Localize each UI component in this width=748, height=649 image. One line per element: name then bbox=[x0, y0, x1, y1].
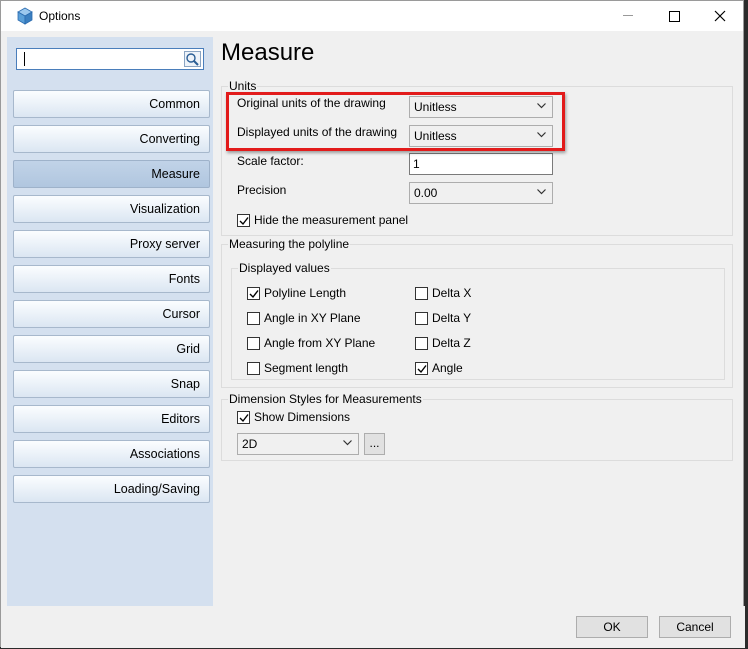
checkbox-checked-icon bbox=[247, 286, 260, 300]
dimension-styles-label: Dimension Styles for Measurements bbox=[228, 392, 423, 406]
maximize-button[interactable] bbox=[651, 1, 697, 31]
checkbox-unchecked-icon bbox=[247, 336, 260, 350]
checkbox-unchecked-icon bbox=[415, 336, 428, 350]
checkbox-checked-icon bbox=[237, 410, 250, 424]
sidebar-item-associations[interactable]: Associations bbox=[13, 440, 210, 468]
sidebar-item-editors[interactable]: Editors bbox=[13, 405, 210, 433]
ok-button[interactable]: OK bbox=[576, 616, 648, 638]
polyline-group-label: Measuring the polyline bbox=[228, 237, 351, 251]
displayed-values-label: Displayed values bbox=[238, 261, 331, 275]
checkbox-unchecked-icon bbox=[415, 286, 428, 300]
angle-from-xy-plane-checkbox[interactable]: Angle from XY Plane bbox=[247, 336, 375, 350]
cancel-button[interactable]: Cancel bbox=[659, 616, 731, 638]
close-button[interactable] bbox=[697, 1, 743, 31]
checkbox-checked-icon bbox=[415, 361, 428, 375]
app-cube-icon bbox=[17, 7, 33, 25]
search-icon[interactable] bbox=[184, 51, 201, 67]
window-title: Options bbox=[39, 9, 81, 23]
delta-x-checkbox[interactable]: Delta X bbox=[415, 286, 471, 300]
delta-z-checkbox[interactable]: Delta Z bbox=[415, 336, 471, 350]
options-window: Options Common Converting Measure Visual… bbox=[0, 0, 745, 648]
sidebar: Common Converting Measure Visualization … bbox=[7, 37, 213, 606]
search-input[interactable] bbox=[16, 48, 204, 70]
hide-measurement-panel-checkbox[interactable]: Hide the measurement panel bbox=[237, 213, 408, 227]
chevron-down-icon bbox=[537, 189, 546, 195]
dimension-style-select[interactable]: 2D bbox=[237, 433, 359, 455]
sidebar-item-measure[interactable]: Measure bbox=[13, 160, 210, 188]
sidebar-item-fonts[interactable]: Fonts bbox=[13, 265, 210, 293]
annotation-highlight bbox=[226, 92, 565, 151]
dialog-footer: OK Cancel bbox=[1, 606, 745, 648]
checkbox-unchecked-icon bbox=[247, 361, 260, 375]
scale-factor-input[interactable]: 1 bbox=[409, 153, 553, 175]
sidebar-item-proxy-server[interactable]: Proxy server bbox=[13, 230, 210, 258]
checkbox-checked-icon bbox=[237, 213, 250, 227]
sidebar-item-visualization[interactable]: Visualization bbox=[13, 195, 210, 223]
angle-in-xy-plane-checkbox[interactable]: Angle in XY Plane bbox=[247, 311, 361, 325]
title-bar: Options bbox=[1, 1, 743, 31]
sidebar-item-loading-saving[interactable]: Loading/Saving bbox=[13, 475, 210, 503]
browse-dimension-style-button[interactable]: ... bbox=[364, 433, 385, 455]
show-dimensions-checkbox[interactable]: Show Dimensions bbox=[237, 410, 350, 424]
delta-y-checkbox[interactable]: Delta Y bbox=[415, 311, 471, 325]
sidebar-item-grid[interactable]: Grid bbox=[13, 335, 210, 363]
checkbox-unchecked-icon bbox=[247, 311, 260, 325]
sidebar-item-cursor[interactable]: Cursor bbox=[13, 300, 210, 328]
chevron-down-icon bbox=[343, 440, 352, 446]
sidebar-item-snap[interactable]: Snap bbox=[13, 370, 210, 398]
page-title: Measure bbox=[221, 39, 315, 66]
segment-length-checkbox[interactable]: Segment length bbox=[247, 361, 348, 375]
precision-label: Precision bbox=[237, 183, 287, 197]
precision-select[interactable]: 0.00 bbox=[409, 182, 553, 204]
sidebar-item-common[interactable]: Common bbox=[13, 90, 210, 118]
polyline-length-checkbox[interactable]: Polyline Length bbox=[247, 286, 346, 300]
minimize-button[interactable] bbox=[605, 1, 651, 31]
maximize-icon bbox=[668, 10, 680, 22]
scale-factor-label: Scale factor: bbox=[237, 154, 304, 168]
angle-checkbox[interactable]: Angle bbox=[415, 361, 463, 375]
close-icon bbox=[714, 10, 726, 22]
text-caret bbox=[24, 52, 25, 66]
checkbox-unchecked-icon bbox=[415, 311, 428, 325]
sidebar-item-converting[interactable]: Converting bbox=[13, 125, 210, 153]
minimize-icon bbox=[623, 15, 633, 16]
